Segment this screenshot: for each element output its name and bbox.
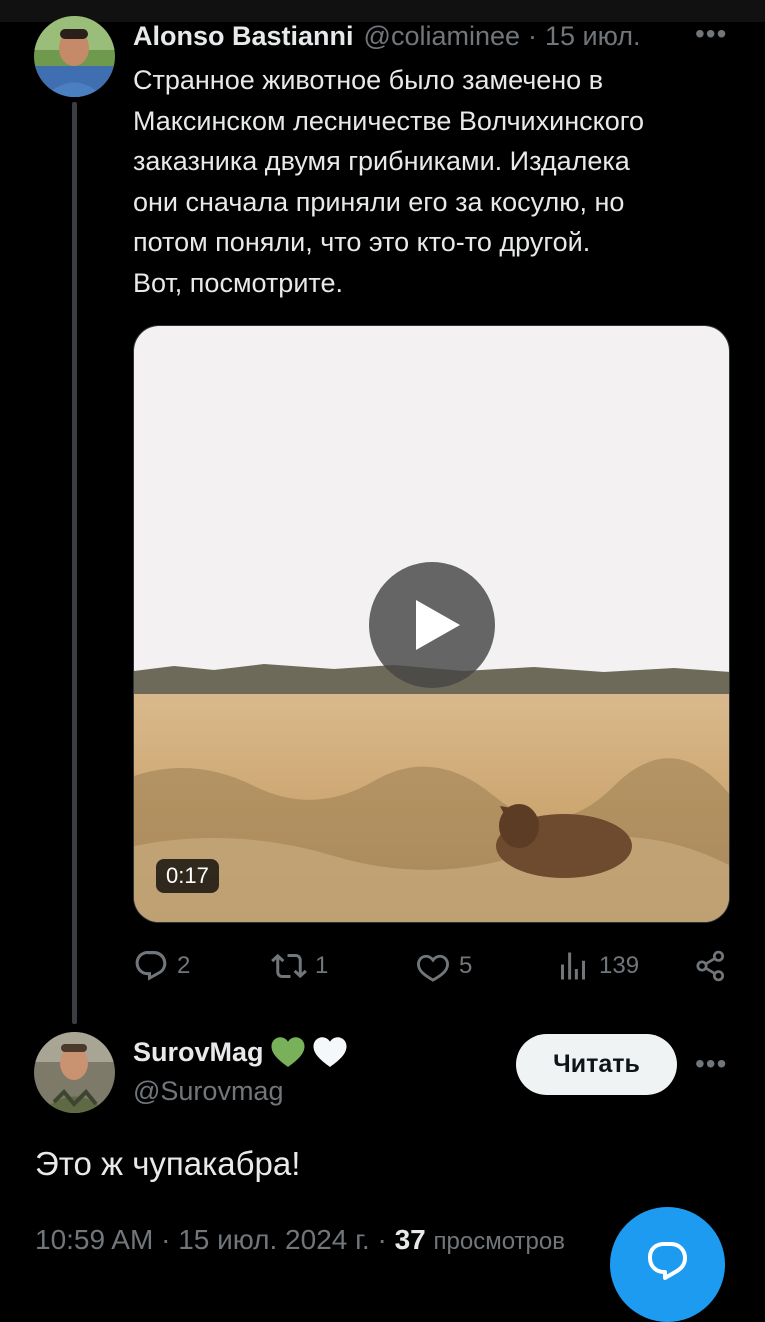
views-count: 139: [599, 952, 640, 979]
reply-text: Это ж чупакабра!: [35, 1145, 301, 1182]
repost-count: 1: [315, 952, 329, 979]
more-horizontal-icon[interactable]: •••: [695, 18, 727, 50]
post-text-line: они сначала приняли его за косулю, но: [133, 186, 625, 217]
reply-author-name-text: SurovMag: [133, 1036, 264, 1067]
heart-icon: [417, 954, 449, 982]
post-text: Странное животное было замечено в Максин…: [133, 60, 733, 303]
reply-count: 2: [177, 952, 191, 979]
thread-connector-line: [72, 102, 77, 1024]
views-label: просмотров: [433, 1228, 565, 1255]
like-count: 5: [459, 952, 473, 979]
video-duration-badge: 0:17: [156, 859, 219, 893]
separator: ·: [528, 20, 538, 51]
repost-icon: [271, 953, 307, 979]
author-handle[interactable]: @coliaminee: [364, 21, 520, 52]
play-icon: [416, 600, 460, 650]
reply-bubble-icon: [648, 1242, 687, 1280]
views-total: 37: [394, 1224, 426, 1255]
post-text-line: Максинском лесничестве Волчихинского: [133, 105, 645, 136]
avatar[interactable]: [34, 1032, 115, 1113]
avatar[interactable]: [34, 16, 115, 97]
video-player[interactable]: 0:17: [133, 325, 730, 923]
repost-button[interactable]: 1: [271, 948, 328, 984]
share-button[interactable]: [693, 948, 737, 984]
post-header: Alonso Bastianni @coliaminee · 15 июл.: [133, 18, 693, 54]
compose-reply-button[interactable]: [610, 1207, 725, 1322]
post-text-line: заказника двумя грибниками. Издалека: [133, 146, 630, 176]
separator: ·: [377, 1224, 387, 1255]
post-text-line: Вот, посмотрите.: [133, 267, 343, 298]
post-text-line: потом поняли, что это кто-то другой.: [133, 227, 591, 257]
reply-author-name[interactable]: SurovMag: [133, 1035, 348, 1069]
reply-button[interactable]: 2: [133, 948, 190, 984]
post-text-line: Странное животное было замечено в: [133, 65, 604, 95]
reply-icon: [135, 951, 167, 981]
views-button[interactable]: 139: [555, 948, 639, 984]
author-name[interactable]: Alonso Bastianni: [133, 21, 354, 52]
post-date[interactable]: 15 июл.: [545, 21, 641, 52]
white-heart-icon: [313, 1037, 347, 1067]
analytics-icon: [561, 952, 585, 980]
follow-button[interactable]: Читать: [516, 1034, 677, 1095]
post-full-date[interactable]: 15 июл. 2024 г.: [178, 1224, 370, 1255]
post-time[interactable]: 10:59 AM: [35, 1224, 153, 1255]
separator: ·: [161, 1224, 171, 1255]
more-horizontal-icon[interactable]: •••: [695, 1048, 727, 1080]
green-heart-icon: [271, 1037, 305, 1067]
post-actions: 2 1 5 139: [133, 948, 733, 988]
share-icon: [696, 950, 725, 982]
post-meta: 10:59 AM · 15 июл. 2024 г. · 37 просмотр…: [35, 1224, 565, 1256]
reply-author-handle[interactable]: @Surovmag: [133, 1076, 283, 1107]
like-button[interactable]: 5: [415, 948, 472, 984]
play-button[interactable]: [369, 562, 495, 688]
